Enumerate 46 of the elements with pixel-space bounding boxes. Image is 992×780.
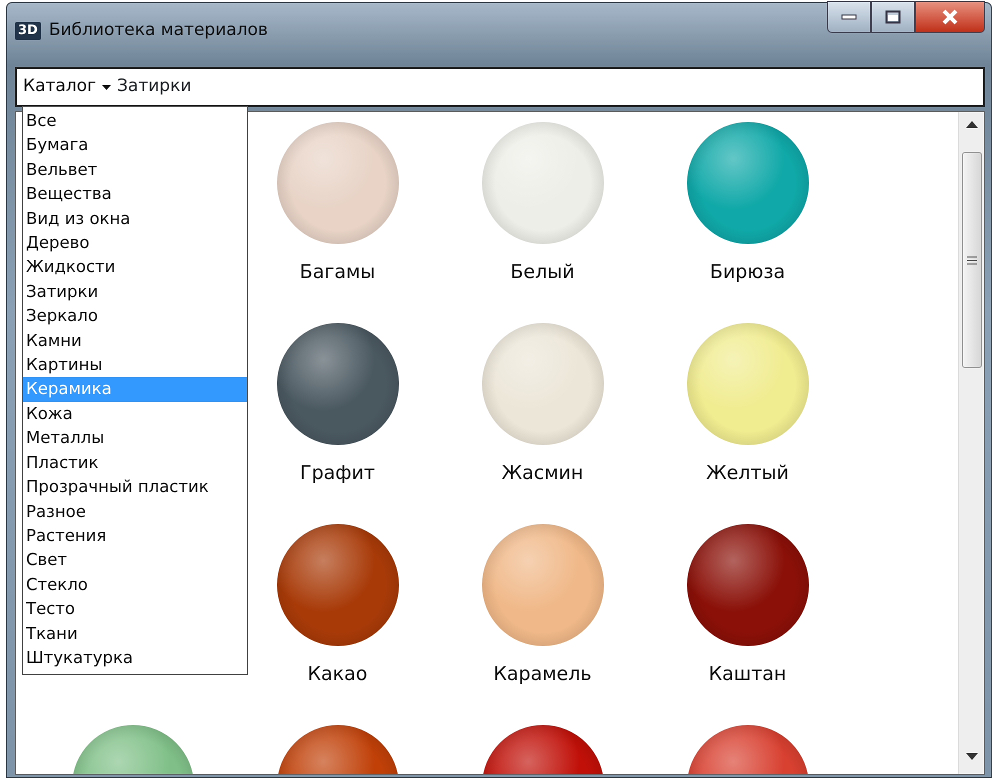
caret-icon bbox=[102, 84, 112, 90]
close-button[interactable] bbox=[915, 1, 985, 33]
material-name: Багамы bbox=[300, 260, 376, 285]
material-name: Графит bbox=[300, 461, 375, 486]
app-logo: 3D bbox=[15, 22, 41, 40]
catalog-item[interactable]: Затирки bbox=[23, 280, 247, 304]
catalog-item[interactable]: Стекло bbox=[23, 572, 247, 598]
catalog-item[interactable]: Разное bbox=[23, 500, 247, 524]
catalog-menu[interactable]: Каталог bbox=[23, 74, 112, 100]
scroll-down-icon[interactable] bbox=[966, 752, 978, 760]
material-name: Белый bbox=[510, 260, 575, 285]
catalog-item[interactable]: Прозрачный пластик bbox=[23, 475, 247, 500]
catalog-item[interactable]: Вид из окна bbox=[23, 206, 247, 232]
material-name: Желтый bbox=[706, 461, 789, 486]
material-name: Какао bbox=[308, 662, 368, 687]
catalog-item[interactable]: Вельвет bbox=[23, 158, 247, 182]
catalog-item[interactable]: Свет bbox=[23, 548, 247, 573]
scroll-up-icon[interactable] bbox=[966, 120, 978, 128]
catalog-item[interactable]: Растения bbox=[23, 524, 247, 548]
material-name: Жасмин bbox=[502, 461, 584, 486]
catalog-item[interactable]: Картины bbox=[23, 353, 247, 378]
material-name: Карамель bbox=[493, 662, 592, 687]
catalog-item[interactable]: Камни bbox=[23, 328, 247, 354]
catalog-item[interactable]: Ткани bbox=[23, 622, 247, 646]
minimize-icon bbox=[841, 14, 857, 20]
scrollbar-thumb[interactable] bbox=[962, 152, 982, 368]
minimize-button[interactable] bbox=[827, 1, 871, 33]
material-name: Каштан bbox=[708, 662, 786, 687]
catalog-item[interactable]: Вещества bbox=[23, 182, 247, 207]
catalog-item[interactable]: Бумага bbox=[23, 133, 247, 158]
catalog-item[interactable]: Дерево bbox=[23, 231, 247, 256]
catalog-item[interactable]: Зеркало bbox=[23, 304, 247, 329]
maximize-button[interactable] bbox=[871, 1, 915, 33]
catalog-item[interactable]: Металлы bbox=[23, 426, 247, 451]
breadcrumb-path[interactable]: Затирки bbox=[117, 74, 192, 100]
catalog-item[interactable]: Кожа bbox=[23, 402, 247, 426]
catalog-item[interactable]: Пластик bbox=[23, 450, 247, 476]
window-title: Библиотека материалов bbox=[48, 19, 268, 42]
catalog-item[interactable]: Тесто bbox=[23, 597, 247, 622]
maximize-icon bbox=[885, 10, 901, 24]
catalog-item[interactable]: Жидкости bbox=[23, 255, 247, 280]
material-name: Бирюза bbox=[710, 260, 786, 285]
close-icon bbox=[941, 9, 959, 25]
catalog-item[interactable]: Все bbox=[23, 109, 247, 134]
vertical-scrollbar[interactable] bbox=[958, 112, 984, 774]
catalog-item[interactable]: Штукатурка bbox=[23, 646, 247, 670]
